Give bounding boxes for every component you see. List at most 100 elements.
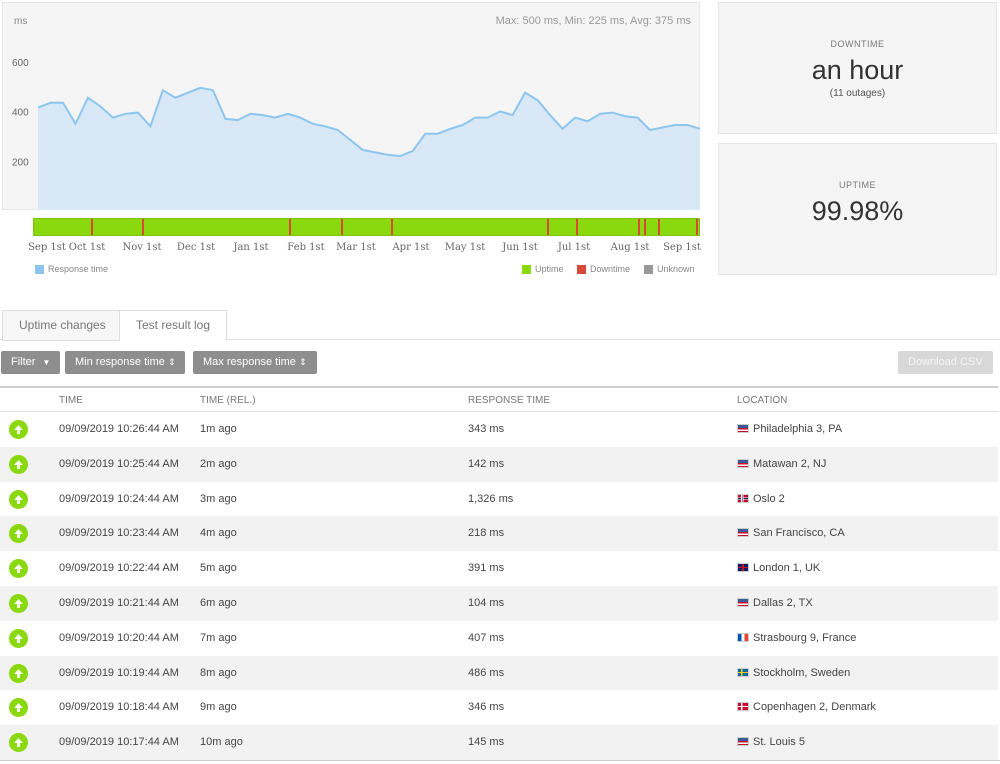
y-tick-label: 200 [12, 157, 29, 168]
downtime-marker [643, 219, 646, 235]
x-tick-label: Mar 1st [336, 242, 376, 253]
y-tick-label: 600 [12, 58, 29, 69]
header-response-time[interactable]: RESPONSE TIME [468, 395, 550, 406]
cell-time: 09/09/2019 10:20:44 AM [59, 631, 179, 644]
cell-response-time: 391 ms [468, 562, 505, 575]
flag-icon [737, 737, 749, 747]
response-time-chart: ms 200 400 600 Max: 500 ms, Min: 225 ms, Av… [2, 2, 701, 210]
cell-response-time: 343 ms [468, 423, 505, 435]
cell-location: St. Louis 5 [737, 736, 805, 748]
cell-response-time: 346 ms [468, 701, 505, 714]
cell-location: Philadelphia 3, PA [737, 423, 842, 435]
downtime-label: DOWNTIME [830, 39, 885, 49]
chart-svg: ms 200 400 600 [12, 16, 701, 210]
downtime-marker [696, 219, 699, 235]
x-tick-label: Dec 1st [176, 242, 216, 253]
location-name: Oslo 2 [753, 492, 785, 505]
cell-time: 09/09/2019 10:18:44 AM [59, 701, 179, 714]
cell-location: Dallas 2, TX [737, 597, 813, 609]
up-arrow-icon [9, 663, 28, 683]
cell-time-rel: 2m ago [200, 457, 237, 470]
table-row: 09/09/2019 10:26:44 AM 1m ago 343 ms Philad… [0, 412, 998, 447]
table-body: 09/09/2019 10:26:44 AM 1m ago 343 ms Philad… [0, 412, 998, 760]
flag-icon [737, 563, 749, 573]
up-arrow-icon [9, 454, 28, 474]
flag-icon [737, 702, 749, 712]
legend-response-time: Response time [35, 264, 108, 274]
table-row: 09/09/2019 10:25:44 AM 2m ago 142 ms Matawa… [0, 446, 998, 482]
up-arrow-icon [9, 593, 28, 613]
cell-response-time: 407 ms [468, 631, 505, 644]
location-name: Strasbourg 9, France [753, 631, 857, 644]
downtime-swatch [577, 264, 586, 274]
uptime-label: UPTIME [838, 180, 876, 190]
y-tick-label: 400 [12, 108, 29, 119]
filter-button[interactable]: Filter ▼ [1, 351, 61, 374]
cell-response-time: 145 ms [468, 736, 505, 749]
header-time-rel[interactable]: TIME (REL.) [200, 395, 256, 406]
downtime-outages: (11 outages) [829, 88, 886, 99]
response-time-swatch [35, 264, 44, 274]
header-location[interactable]: LOCATION [737, 395, 787, 406]
cell-time: 09/09/2019 10:21:44 AM [59, 596, 179, 609]
legend-unknown: Unknown [644, 264, 695, 274]
bottom-divider [0, 760, 1000, 761]
table-row: 09/09/2019 10:24:44 AM 3m ago 1,326 ms Oslo… [0, 482, 998, 517]
cell-time: 09/09/2019 10:22:44 AM [59, 562, 179, 575]
y-unit-label: ms [14, 16, 27, 27]
downtime-marker [575, 219, 578, 235]
location-name: Dallas 2, TX [753, 596, 813, 609]
x-tick-label: Jun 1st [502, 242, 538, 253]
flag-icon [737, 493, 749, 503]
up-arrow-icon [9, 733, 28, 753]
legend-unknown-label: Unknown [657, 264, 695, 274]
location-name: Matawan 2, NJ [753, 457, 827, 470]
filter-label: Filter [11, 356, 36, 368]
downtime-marker [546, 219, 549, 235]
uptime-card: UPTIME 99.98% [718, 143, 997, 275]
cell-time: 09/09/2019 10:26:44 AM [59, 423, 179, 435]
sort-icon: ⇕ [299, 357, 307, 367]
table-row: 09/09/2019 10:23:44 AM 4m ago 218 ms San Fr… [0, 516, 998, 552]
cell-time-rel: 4m ago [200, 527, 237, 540]
legend-uptime-label: Uptime [535, 264, 564, 274]
x-tick-label: Jan 1st [233, 242, 269, 253]
cell-time-rel: 6m ago [200, 596, 237, 609]
cell-location: Oslo 2 [737, 493, 785, 505]
min-response-label: Min response time [75, 356, 165, 368]
x-tick-label: Sep 1st [663, 242, 701, 253]
cell-location: Stockholm, Sweden [737, 667, 850, 679]
location-name: Copenhagen 2, Denmark [753, 701, 876, 714]
x-tick-label: Oct 1st [68, 242, 106, 253]
cell-response-time: 142 ms [468, 457, 505, 470]
table-row: 09/09/2019 10:17:44 AM 10m ago 145 ms St. L… [0, 725, 998, 760]
tab-bar: Uptime changes Test result log [0, 310, 1000, 341]
table-row: 09/09/2019 10:18:44 AM 9m ago 346 ms Copenh… [0, 690, 998, 725]
location-name: London 1, UK [753, 562, 821, 575]
downtime-marker [391, 219, 394, 235]
table-header: TIME TIME (REL.) RESPONSE TIME LOCATION [0, 388, 998, 412]
flag-icon [737, 458, 749, 468]
x-tick-label: Sep 1st [28, 242, 66, 253]
flag-icon [737, 667, 749, 677]
cell-location: Copenhagen 2, Denmark [737, 701, 876, 713]
downtime-marker [90, 219, 93, 235]
up-arrow-icon [9, 524, 28, 544]
chart-stats: Max: 500 ms, Min: 225 ms, Avg: 375 ms [495, 15, 691, 27]
flag-icon [737, 424, 749, 433]
tab-uptime-changes[interactable]: Uptime changes [2, 310, 123, 341]
max-response-label: Max response time [203, 356, 296, 368]
downtime-marker [638, 219, 641, 235]
cell-time: 09/09/2019 10:24:44 AM [59, 492, 179, 505]
tab-test-result-log[interactable]: Test result log [119, 310, 228, 341]
max-response-time-button[interactable]: Max response time ⇕ [193, 351, 317, 374]
cell-response-time: 1,326 ms [468, 492, 514, 505]
x-tick-label: Apr 1st [392, 242, 430, 253]
downtime-card: DOWNTIME an hour (11 outages) [718, 2, 997, 134]
cell-location: San Francisco, CA [737, 527, 845, 539]
uptime-swatch [522, 264, 531, 274]
min-response-time-button[interactable]: Min response time ⇕ [65, 351, 186, 374]
header-time[interactable]: TIME [59, 395, 83, 406]
download-csv-button[interactable]: Download CSV [898, 351, 993, 374]
x-tick-label: Nov 1st [122, 242, 162, 253]
